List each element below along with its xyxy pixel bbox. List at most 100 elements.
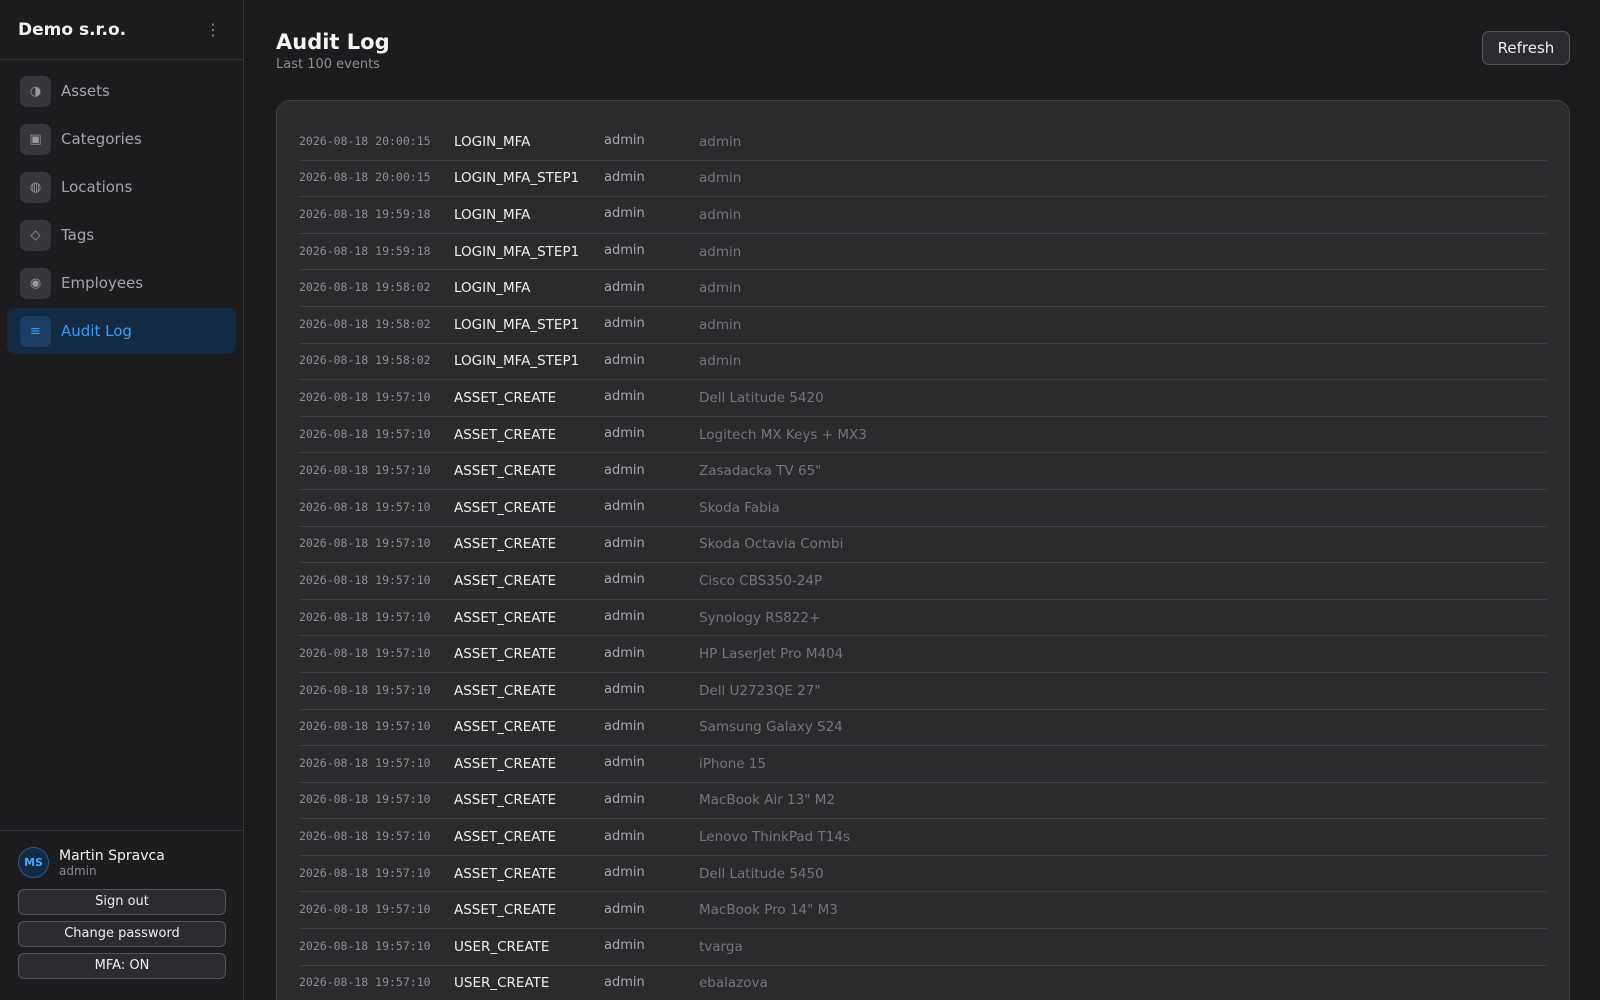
sidebar-item-audit-log[interactable]: ≡ Audit Log bbox=[7, 308, 236, 354]
log-target: Dell U2723QE 27" bbox=[699, 682, 821, 699]
log-user: admin bbox=[604, 133, 645, 149]
refresh-button[interactable]: Refresh bbox=[1482, 31, 1570, 65]
log-timestamp: 2026-08-18 19:58:02 bbox=[299, 280, 431, 295]
log-timestamp: 2026-08-18 19:57:10 bbox=[299, 829, 431, 844]
audit-log-list: 2026-08-18 20:00:15 LOGIN_MFA admin admin 20… bbox=[276, 100, 1570, 1000]
log-target: Logitech MX Keys + MX3 bbox=[699, 426, 867, 443]
change-password-button[interactable]: Change password bbox=[18, 921, 226, 947]
log-row: 2026-08-18 19:57:10 ASSET_CREATE admin Dell… bbox=[299, 856, 1547, 893]
log-user: admin bbox=[604, 206, 645, 222]
log-row: 2026-08-18 19:57:10 ASSET_CREATE admin Sams… bbox=[299, 710, 1547, 747]
log-timestamp: 2026-08-18 19:57:10 bbox=[299, 389, 431, 404]
log-event-type: ASSET_CREATE bbox=[454, 719, 557, 736]
sidebar-item-locations[interactable]: ◍ Locations bbox=[7, 164, 236, 210]
log-target: HP LaserJet Pro M404 bbox=[699, 646, 844, 663]
user-panel: MS Martin Spravca admin Sign out Change … bbox=[0, 830, 243, 1000]
mfa-toggle-button[interactable]: MFA: ON bbox=[18, 953, 226, 979]
log-row: 2026-08-18 19:58:02 LOGIN_MFA admin admin bbox=[299, 270, 1547, 307]
log-row: 2026-08-18 19:57:10 USER_CREATE admin ebala… bbox=[299, 966, 1547, 1000]
main-content: Audit Log Last 100 events Refresh 2026-0… bbox=[244, 0, 1600, 1000]
log-event-type: USER_CREATE bbox=[454, 975, 550, 992]
log-target: Synology RS822+ bbox=[699, 609, 821, 626]
log-row: 2026-08-18 19:59:18 LOGIN_MFA_STEP1 admin a… bbox=[299, 234, 1547, 271]
log-target: admin bbox=[699, 316, 742, 333]
log-row: 2026-08-18 20:00:15 LOGIN_MFA_STEP1 admin a… bbox=[299, 161, 1547, 198]
sidebar-item-employees[interactable]: ◉ Employees bbox=[7, 260, 236, 306]
log-user: admin bbox=[604, 828, 645, 844]
log-user: admin bbox=[604, 499, 645, 515]
log-row: 2026-08-18 19:58:02 LOGIN_MFA_STEP1 admin a… bbox=[299, 344, 1547, 381]
log-user: admin bbox=[604, 901, 645, 917]
log-row: 2026-08-18 19:57:10 ASSET_CREATE admin Dell… bbox=[299, 673, 1547, 710]
log-timestamp: 2026-08-18 20:00:15 bbox=[299, 133, 431, 148]
sign-out-button[interactable]: Sign out bbox=[18, 889, 226, 915]
log-event-type: ASSET_CREATE bbox=[454, 609, 557, 626]
log-row: 2026-08-18 20:00:15 LOGIN_MFA admin admin bbox=[299, 124, 1547, 161]
log-event-type: ASSET_CREATE bbox=[454, 536, 557, 553]
log-event-type: LOGIN_MFA bbox=[454, 206, 531, 223]
log-user: admin bbox=[604, 352, 645, 368]
log-event-type: ASSET_CREATE bbox=[454, 902, 557, 919]
log-event-type: ASSET_CREATE bbox=[454, 865, 557, 882]
locations-icon: ◍ bbox=[20, 171, 51, 203]
log-row: 2026-08-18 19:57:10 ASSET_CREATE admin Cisc… bbox=[299, 563, 1547, 600]
user-name: Martin Spravca bbox=[59, 847, 165, 864]
log-timestamp: 2026-08-18 19:57:10 bbox=[299, 646, 431, 661]
log-timestamp: 2026-08-18 19:57:10 bbox=[299, 499, 431, 514]
log-target: MacBook Air 13" M2 bbox=[699, 792, 835, 809]
sidebar: Demo s.r.o. ⋮ ◑ Assets ▣ Categories ◍ Locatio… bbox=[0, 0, 244, 1000]
log-target: tvarga bbox=[699, 938, 743, 955]
log-user: admin bbox=[604, 389, 645, 405]
log-row: 2026-08-18 19:57:10 USER_CREATE admin tvarg… bbox=[299, 929, 1547, 966]
log-row: 2026-08-18 19:57:10 ASSET_CREATE admin Zasa… bbox=[299, 453, 1547, 490]
log-timestamp: 2026-08-18 19:57:10 bbox=[299, 938, 431, 953]
log-target: iPhone 15 bbox=[699, 755, 767, 772]
log-timestamp: 2026-08-18 19:57:10 bbox=[299, 682, 431, 697]
log-row: 2026-08-18 19:57:10 ASSET_CREATE admin Skod… bbox=[299, 527, 1547, 564]
log-event-type: LOGIN_MFA_STEP1 bbox=[454, 316, 580, 333]
log-target: MacBook Pro 14" M3 bbox=[699, 902, 838, 919]
log-target: Dell Latitude 5420 bbox=[699, 389, 824, 406]
log-timestamp: 2026-08-18 19:57:10 bbox=[299, 975, 431, 990]
log-event-type: ASSET_CREATE bbox=[454, 389, 557, 406]
log-event-type: LOGIN_MFA_STEP1 bbox=[454, 170, 580, 187]
log-timestamp: 2026-08-18 19:57:10 bbox=[299, 865, 431, 880]
log-user: admin bbox=[604, 755, 645, 771]
log-event-type: LOGIN_MFA_STEP1 bbox=[454, 243, 580, 260]
sidebar-item-categories[interactable]: ▣ Categories bbox=[7, 116, 236, 162]
log-row: 2026-08-18 19:57:10 ASSET_CREATE admin MacB… bbox=[299, 783, 1547, 820]
log-target: Samsung Galaxy S24 bbox=[699, 719, 843, 736]
log-row: 2026-08-18 19:57:10 ASSET_CREATE admin iPho… bbox=[299, 746, 1547, 783]
log-event-type: ASSET_CREATE bbox=[454, 463, 557, 480]
log-user: admin bbox=[604, 426, 645, 442]
log-row: 2026-08-18 19:57:10 ASSET_CREATE admin Logi… bbox=[299, 417, 1547, 454]
log-timestamp: 2026-08-18 19:58:02 bbox=[299, 353, 431, 368]
log-user: admin bbox=[604, 572, 645, 588]
log-timestamp: 2026-08-18 19:57:10 bbox=[299, 902, 431, 917]
log-target: admin bbox=[699, 353, 742, 370]
log-user: admin bbox=[604, 791, 645, 807]
log-event-type: ASSET_CREATE bbox=[454, 792, 557, 809]
log-target: Dell Latitude 5450 bbox=[699, 865, 824, 882]
assets-icon: ◑ bbox=[20, 75, 51, 107]
log-target: admin bbox=[699, 206, 742, 223]
sidebar-item-tags[interactable]: ◇ Tags bbox=[7, 212, 236, 258]
kebab-menu-icon[interactable]: ⋮ bbox=[205, 20, 221, 39]
log-user: admin bbox=[604, 645, 645, 661]
log-event-type: USER_CREATE bbox=[454, 938, 550, 955]
log-event-type: LOGIN_MFA bbox=[454, 133, 531, 150]
log-event-type: ASSET_CREATE bbox=[454, 426, 557, 443]
log-event-type: ASSET_CREATE bbox=[454, 572, 557, 589]
log-timestamp: 2026-08-18 19:57:10 bbox=[299, 609, 431, 624]
categories-icon: ▣ bbox=[20, 123, 51, 155]
log-event-type: ASSET_CREATE bbox=[454, 682, 557, 699]
sidebar-item-assets[interactable]: ◑ Assets bbox=[7, 68, 236, 114]
log-row: 2026-08-18 19:57:10 ASSET_CREATE admin HP L… bbox=[299, 636, 1547, 673]
log-timestamp: 2026-08-18 19:57:10 bbox=[299, 463, 431, 478]
log-timestamp: 2026-08-18 19:58:02 bbox=[299, 316, 431, 331]
log-user: admin bbox=[604, 462, 645, 478]
log-timestamp: 2026-08-18 20:00:15 bbox=[299, 170, 431, 185]
log-user: admin bbox=[604, 938, 645, 954]
log-target: admin bbox=[699, 170, 742, 187]
log-timestamp: 2026-08-18 19:57:10 bbox=[299, 719, 431, 734]
